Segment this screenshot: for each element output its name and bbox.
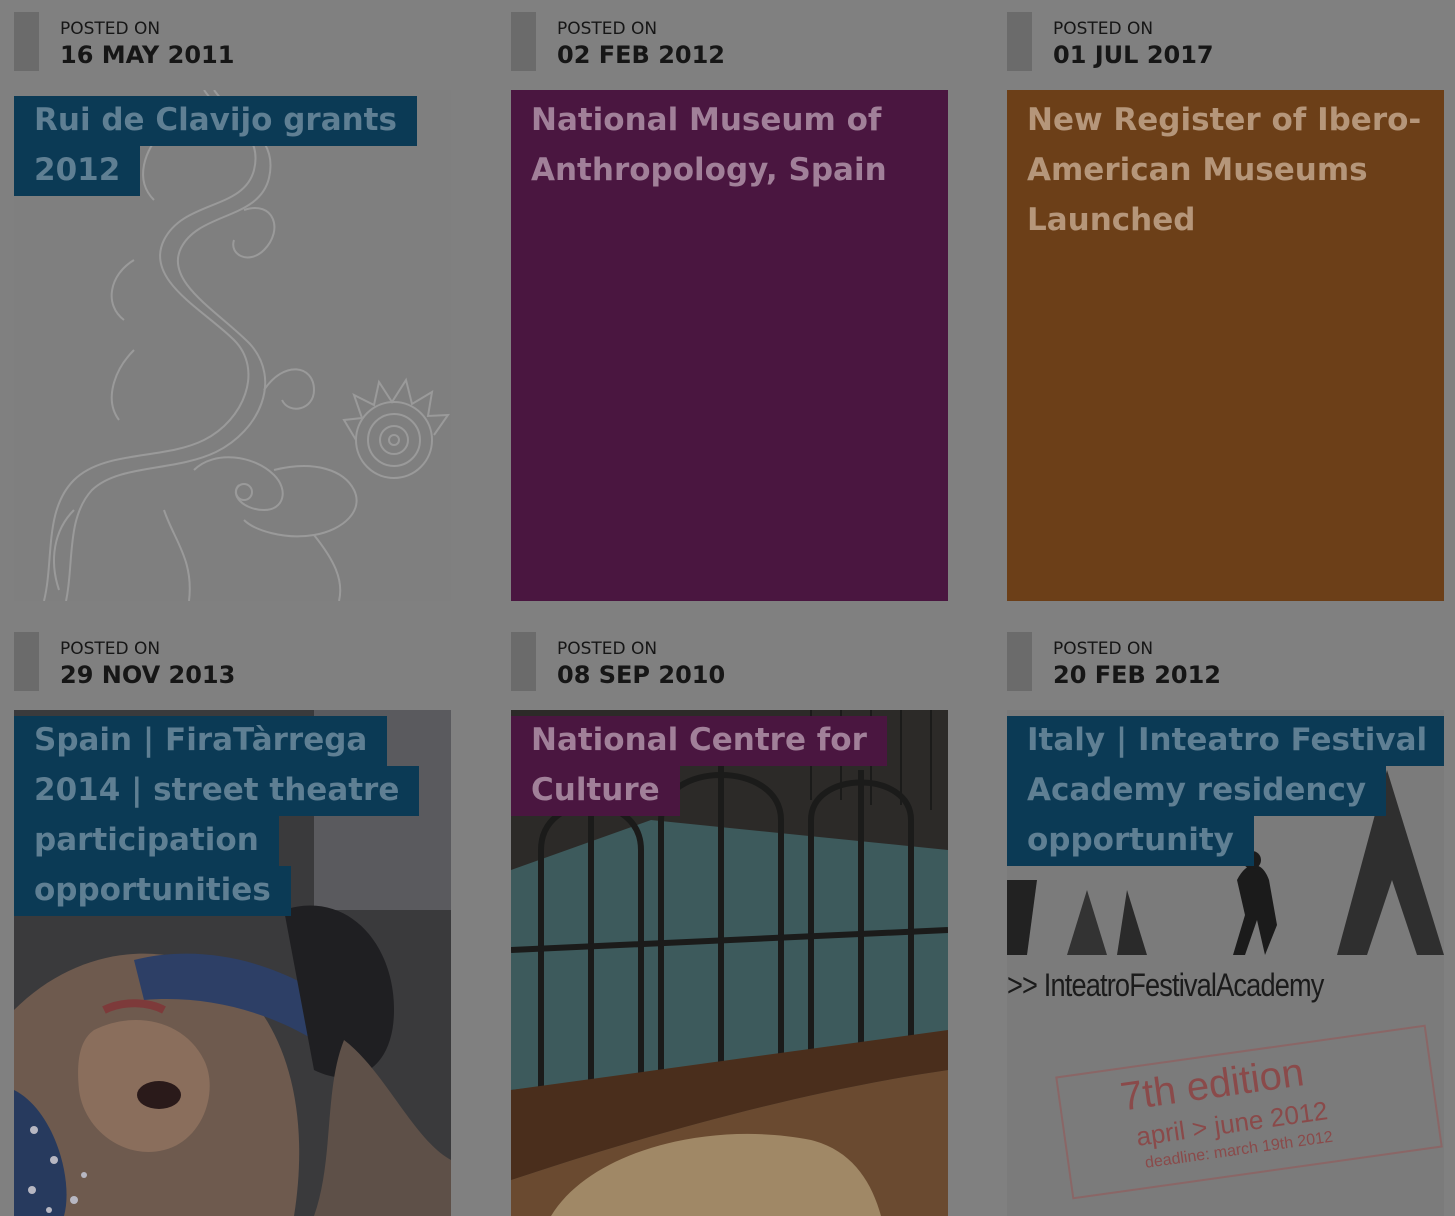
post-title-line[interactable]: Anthropology, Spain xyxy=(511,146,907,196)
post-title[interactable]: National Museum of Anthropology, Spain xyxy=(511,96,907,196)
post-title-line[interactable]: 2014 | street theatre xyxy=(14,766,420,816)
date-accent-bar xyxy=(14,632,39,691)
date-accent-bar xyxy=(511,632,536,691)
post-date: 16 MAY 2011 xyxy=(60,41,235,69)
post-image[interactable]: Rui de Clavijo grants 2012 xyxy=(14,90,451,601)
post-title-line[interactable]: Spain | FiraTàrrega xyxy=(14,716,388,766)
post-title[interactable]: Rui de Clavijo grants 2012 xyxy=(14,96,417,196)
post-date-block: POSTED ON 02 FEB 2012 xyxy=(511,12,948,71)
post-image[interactable]: National Museum of Anthropology, Spain xyxy=(511,90,948,601)
date-accent-bar xyxy=(511,12,536,71)
post-date: 29 NOV 2013 xyxy=(60,661,236,689)
post-date: 02 FEB 2012 xyxy=(557,41,725,69)
posted-on-label: POSTED ON xyxy=(1053,19,1154,39)
post-title-line[interactable]: opportunity xyxy=(1007,816,1254,866)
post-date: 08 SEP 2010 xyxy=(557,661,726,689)
post-title-line[interactable]: 2012 xyxy=(14,146,141,196)
post-title-line[interactable]: National Museum of xyxy=(511,96,901,146)
poster-brand-text: >> InteatroFestivalAcademy xyxy=(1007,967,1324,1003)
post-date: 20 FEB 2012 xyxy=(1053,661,1221,689)
post-date-block: POSTED ON 29 NOV 2013 xyxy=(14,632,451,691)
post-image[interactable]: National Centre for Culture xyxy=(511,710,948,1216)
posted-on-label: POSTED ON xyxy=(557,19,658,39)
date-accent-bar xyxy=(1007,632,1032,691)
post-title-line[interactable]: Rui de Clavijo grants xyxy=(14,96,417,146)
post-image[interactable]: >> InteatroFestivalAcademy 7th edition a… xyxy=(1007,710,1444,1216)
posted-on-label: POSTED ON xyxy=(1053,639,1154,659)
date-accent-bar xyxy=(1007,12,1032,71)
posted-on-label: POSTED ON xyxy=(60,19,161,39)
post-title-line[interactable]: Launched xyxy=(1007,196,1215,246)
post-title-line[interactable]: American Museums xyxy=(1007,146,1388,196)
posted-on-label: POSTED ON xyxy=(60,639,161,659)
posted-on-label: POSTED ON xyxy=(557,639,658,659)
post-title-line[interactable]: Culture xyxy=(511,766,680,816)
post-title-line[interactable]: National Centre for xyxy=(511,716,887,766)
post-title-line[interactable]: participation xyxy=(14,816,279,866)
post-date-block: POSTED ON 16 MAY 2011 xyxy=(14,12,451,71)
post-title-line[interactable]: Academy residency xyxy=(1007,766,1387,816)
post-title[interactable]: Spain | FiraTàrrega 2014 | street theatr… xyxy=(14,716,420,916)
post-title[interactable]: Italy | Inteatro Festival Academy reside… xyxy=(1007,716,1444,866)
post-date-block: POSTED ON 01 JUL 2017 xyxy=(1007,12,1444,71)
post-title-line[interactable]: Italy | Inteatro Festival xyxy=(1007,716,1444,766)
post-title-line[interactable]: New Register of Ibero- xyxy=(1007,96,1441,146)
post-title-line[interactable]: opportunities xyxy=(14,866,291,916)
post-title[interactable]: National Centre for Culture xyxy=(511,716,887,816)
post-title[interactable]: New Register of Ibero- American Museums … xyxy=(1007,96,1441,246)
post-image[interactable]: Spain | FiraTàrrega 2014 | street theatr… xyxy=(14,710,451,1216)
post-date-block: POSTED ON 08 SEP 2010 xyxy=(511,632,948,691)
post-image[interactable]: New Register of Ibero- American Museums … xyxy=(1007,90,1444,601)
post-date-block: POSTED ON 20 FEB 2012 xyxy=(1007,632,1444,691)
date-accent-bar xyxy=(14,12,39,71)
post-date: 01 JUL 2017 xyxy=(1053,41,1214,69)
